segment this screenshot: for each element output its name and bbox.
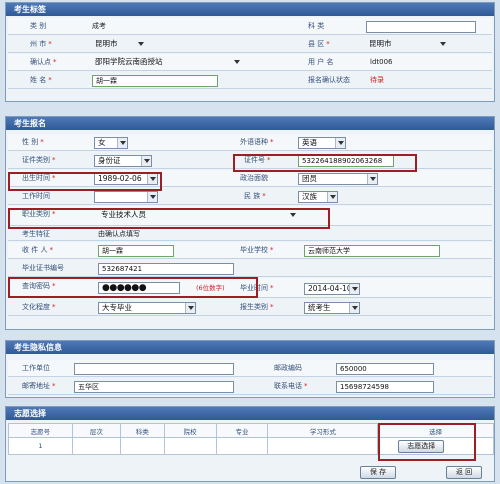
postcode-input[interactable]: 650000 <box>336 363 434 375</box>
gender-select[interactable]: 女 <box>94 137 128 149</box>
row-address: 邮寄地址 * 五华区 联系电话 * 15698724598 <box>8 378 492 395</box>
col-subject: 科类 <box>119 423 165 438</box>
feature-value: 由确认点填写 <box>98 230 140 238</box>
cell-school <box>163 437 217 455</box>
chevron-down-icon <box>349 303 359 313</box>
cert-no-label: 毕业证书编号 <box>22 264 64 272</box>
row-confirm-point: 确认点 * 邵阳学院云南函授站 用 户 名 ldt006 <box>8 54 492 71</box>
row-category: 类 别 成考 科 类 <box>8 18 492 35</box>
tag-panel-title: 考生标签 <box>6 3 494 16</box>
highlight-birth <box>8 172 162 191</box>
chevron-down-icon <box>141 156 151 166</box>
private-panel: 考生隐私信息 工作单位 邮政编码 650000 邮寄地址 * 五华区 联系电话 * … <box>5 340 495 398</box>
confirm-point-label: 确认点 * <box>30 58 57 66</box>
phone-label: 联系电话 * <box>274 382 308 390</box>
chevron-down-icon <box>117 138 127 148</box>
city-select[interactable]: 昆明市 <box>92 39 146 51</box>
gender-label: 性 别 * <box>22 138 44 146</box>
col-study-form: 学习形式 <box>267 423 379 438</box>
county-label: 县 区 * <box>308 40 330 48</box>
row-feature: 考生特征 由确认点填写 <box>8 227 492 241</box>
col-major: 专业 <box>215 423 269 438</box>
name-label: 姓 名 * <box>30 76 52 84</box>
applicant-type-label: 报生类别 * <box>240 303 274 311</box>
work-unit-input[interactable] <box>74 363 234 375</box>
school-input[interactable]: 云南师范大学 <box>304 245 440 257</box>
grad-time-select[interactable]: 2014-04-10 <box>304 283 360 295</box>
foreign-lang-select[interactable]: 英语 <box>298 137 346 149</box>
cell-major <box>215 437 269 455</box>
feature-label: 考生特征 <box>22 230 50 238</box>
cell-level <box>71 437 121 455</box>
col-level: 层次 <box>71 423 121 438</box>
chevron-down-icon <box>335 138 345 148</box>
status-value: 待录 <box>370 76 384 84</box>
chevron-down-icon <box>185 303 195 313</box>
chevron-down-icon <box>232 57 242 67</box>
confirm-point-select[interactable]: 邵阳学院云南函授站 <box>92 57 242 69</box>
name-input[interactable]: 胡一霖 <box>92 75 218 87</box>
chevron-down-icon <box>136 39 146 49</box>
city-label: 州 市 * <box>30 40 52 48</box>
chevron-down-icon <box>367 174 377 184</box>
subject-input[interactable] <box>366 21 476 33</box>
county-select[interactable]: 昆明市 <box>366 39 448 51</box>
recipient-label: 收 件 人 * <box>22 246 53 254</box>
cell-study-form <box>267 437 379 455</box>
id-type-select[interactable]: 身份证 <box>94 155 152 167</box>
address-input[interactable]: 五华区 <box>74 381 234 393</box>
work-unit-label: 工作单位 <box>22 364 50 372</box>
category-label: 类 别 <box>30 22 47 30</box>
private-panel-title: 考生隐私信息 <box>6 341 494 354</box>
applicant-type-select[interactable]: 统考生 <box>304 302 360 314</box>
col-school: 院校 <box>163 423 217 438</box>
cell-subject <box>119 437 165 455</box>
col-volunteer-no: 志愿号 <box>8 423 73 438</box>
row-work-unit: 工作单位 邮政编码 650000 <box>8 360 492 377</box>
username-value: ldt006 <box>370 58 393 66</box>
volunteer-panel-title: 志愿选择 <box>6 407 494 420</box>
education-select[interactable]: 大专毕业 <box>98 302 196 314</box>
status-label: 报名确认状态 <box>308 76 350 84</box>
highlight-password <box>8 277 258 298</box>
school-label: 毕业学校 * <box>240 246 274 254</box>
row-gender: 性 别 * 女 外语语种 * 英语 <box>8 134 492 151</box>
cert-no-input[interactable]: 532687421 <box>98 263 234 275</box>
back-button[interactable]: 返 回 <box>446 466 482 479</box>
tag-panel: 考生标签 类 别 成考 科 类 州 市 * 昆明市 县 区 * 昆明市 确认点 * 邵… <box>5 2 495 102</box>
id-type-label: 证件类别 * <box>22 156 56 164</box>
row-education: 文化程度 * 大专毕业 报生类别 * 统考生 <box>8 299 492 316</box>
foreign-lang-label: 外语语种 * <box>240 138 274 146</box>
phone-input[interactable]: 15698724598 <box>336 381 434 393</box>
highlight-occupation <box>8 208 330 229</box>
recipient-input[interactable]: 胡一霖 <box>98 245 174 257</box>
address-label: 邮寄地址 * <box>22 382 56 390</box>
save-button[interactable]: 保 存 <box>360 466 396 479</box>
politics-label: 政治面貌 <box>240 174 268 182</box>
chevron-down-icon <box>327 192 337 202</box>
ethnic-label: 民 族 * <box>244 192 266 200</box>
highlight-id-no <box>233 154 417 172</box>
chevron-down-icon <box>147 192 157 202</box>
chevron-down-icon <box>438 39 448 49</box>
subject-label: 科 类 <box>308 22 325 30</box>
politics-select[interactable]: 团员 <box>298 173 378 185</box>
row-cert-no: 毕业证书编号 532687421 <box>8 260 492 277</box>
signup-panel-title: 考生报名 <box>6 117 494 130</box>
ethnic-select[interactable]: 汉族 <box>298 191 338 203</box>
category-value: 成考 <box>92 22 106 30</box>
chevron-down-icon <box>349 284 359 294</box>
education-label: 文化程度 * <box>22 303 56 311</box>
work-time-select[interactable] <box>94 191 158 203</box>
row-name: 姓 名 * 胡一霖 报名确认状态 待录 <box>8 72 492 89</box>
cell-volunteer-no: 1 <box>8 437 73 455</box>
row-recipient: 收 件 人 * 胡一霖 毕业学校 * 云南师范大学 <box>8 242 492 259</box>
highlight-volunteer-choose <box>378 423 476 461</box>
row-city: 州 市 * 昆明市 县 区 * 昆明市 <box>8 36 492 53</box>
username-label: 用 户 名 <box>308 58 334 66</box>
postcode-label: 邮政编码 <box>274 364 302 372</box>
